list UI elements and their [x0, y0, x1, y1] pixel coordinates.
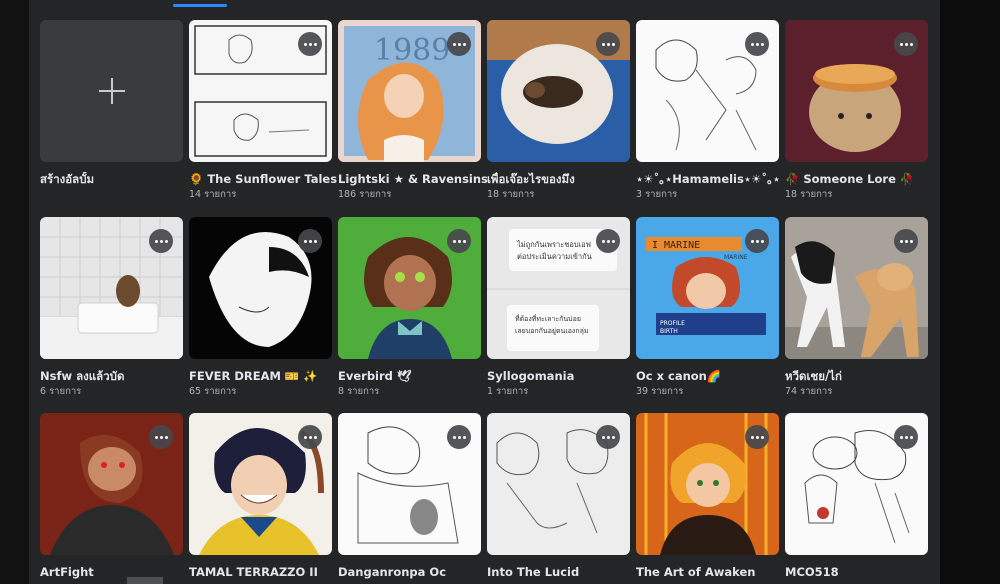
album-item-count: 18 รายการ [487, 189, 535, 200]
album-title: ⋆☀︎˚｡⋆Hamamelis⋆☀︎˚｡⋆ [636, 172, 781, 186]
oc-name-label: PROFILE [660, 320, 685, 327]
syllo-note-1: ไม่ถูกกันเพราะชอบเอฟ [516, 240, 591, 249]
album-title: Danganronpa Oc [338, 565, 447, 579]
album-thumbnail[interactable] [785, 413, 928, 555]
album-thumbnail[interactable] [40, 217, 183, 359]
oc-birth-label: BIRTH [660, 328, 678, 335]
album-title: หวีดเชย/ไก่ [785, 369, 842, 383]
album-title: Syllogomania [487, 369, 575, 383]
album-thumbnail[interactable] [338, 217, 481, 359]
album-thumbnail[interactable] [189, 217, 332, 359]
album-item-count: 1 รายการ [487, 386, 529, 397]
more-options-icon[interactable] [149, 425, 173, 449]
album-title: 🌻 The Sunflower Tales🌻 [189, 172, 339, 186]
more-options-icon[interactable] [447, 32, 471, 56]
album-thumbnail[interactable] [785, 217, 928, 359]
album-thumbnail[interactable] [40, 413, 183, 555]
album-item-count: 74 รายการ [785, 386, 833, 397]
album-thumbnail[interactable] [487, 20, 630, 162]
more-options-icon[interactable] [596, 32, 620, 56]
album-thumbnail[interactable] [487, 413, 630, 555]
album-thumbnail[interactable]: I MARINE MARINE PROFILE BIRTH [636, 217, 779, 359]
album-title: ArtFight [40, 565, 94, 579]
album-title: 🥀 Someone Lore 🥀 [785, 172, 915, 186]
syllo-note-4: เลยบอกกันอยู่ตนเองกลุ่ม [515, 327, 589, 335]
right-frame [940, 0, 1000, 584]
more-options-icon[interactable] [298, 32, 322, 56]
album-thumbnail[interactable]: 1989 [338, 20, 481, 162]
more-options-icon[interactable] [894, 229, 918, 253]
left-frame [0, 0, 29, 584]
create-album-label: สร้างอัลบั้ม [40, 172, 95, 186]
album-title: Oc x canon🌈 [636, 369, 722, 383]
more-options-icon[interactable] [596, 425, 620, 449]
album-thumbnail[interactable] [785, 20, 928, 162]
album-item-count: 18 รายการ [785, 189, 833, 200]
syllo-note-2: ต่อประเมินความเข้ากัน [517, 252, 592, 261]
more-options-icon[interactable] [894, 32, 918, 56]
album-thumbnail[interactable]: ไม่ถูกกันเพราะชอบเอฟ ต่อประเมินความเข้าก… [487, 217, 630, 359]
album-item-count: 14 รายการ [189, 189, 237, 200]
more-options-icon[interactable] [447, 425, 471, 449]
album-item-count: 65 รายการ [189, 386, 237, 397]
more-options-icon[interactable] [894, 425, 918, 449]
more-options-icon[interactable] [149, 229, 173, 253]
more-options-icon[interactable] [298, 229, 322, 253]
album-title: Lightski ★ & Ravensins 🕊 [338, 172, 488, 186]
more-options-icon[interactable] [596, 229, 620, 253]
album-thumbnail[interactable] [189, 413, 332, 555]
album-title: Nsfw ลงแล้วบัด [40, 369, 125, 383]
album-title: TAMAL TERRAZZO II [189, 565, 318, 579]
album-title: FEVER DREAM 🎫 ✨ [189, 369, 318, 383]
album-item-count: 6 รายการ [40, 386, 82, 397]
syllo-note-3: ที่ต้องที่ทะเลาะกันบ่อย [515, 314, 581, 323]
album-title: The Art of Awaken [636, 565, 756, 579]
album-title: เพื่อเจ๊อะไรของมึง [487, 172, 575, 186]
create-album-tile[interactable] [40, 20, 183, 162]
more-options-icon[interactable] [745, 425, 769, 449]
more-options-icon[interactable] [745, 32, 769, 56]
album-title: MCO518 [785, 565, 839, 579]
album-title: Into The Lucid [487, 565, 580, 579]
horizontal-scrollbar-thumb[interactable] [127, 577, 163, 584]
album-thumbnail[interactable] [636, 20, 779, 162]
more-options-icon[interactable] [745, 229, 769, 253]
active-tab-indicator [173, 4, 227, 7]
album-1989-text: 1989 [374, 33, 450, 68]
oc-tag-text: MARINE [724, 254, 748, 261]
album-item-count: 39 รายการ [636, 386, 684, 397]
more-options-icon[interactable] [447, 229, 471, 253]
oc-banner-text: I MARINE [652, 240, 700, 251]
plus-icon [98, 78, 125, 104]
album-item-count: 186 รายการ [338, 189, 392, 200]
album-item-count: 8 รายการ [338, 386, 380, 397]
album-thumbnail[interactable] [338, 413, 481, 555]
more-options-icon[interactable] [298, 425, 322, 449]
album-thumbnail[interactable] [189, 20, 332, 162]
album-thumbnail[interactable] [636, 413, 779, 555]
album-title: Everbird 🕊 [338, 369, 412, 383]
album-item-count: 3 รายการ [636, 189, 678, 200]
